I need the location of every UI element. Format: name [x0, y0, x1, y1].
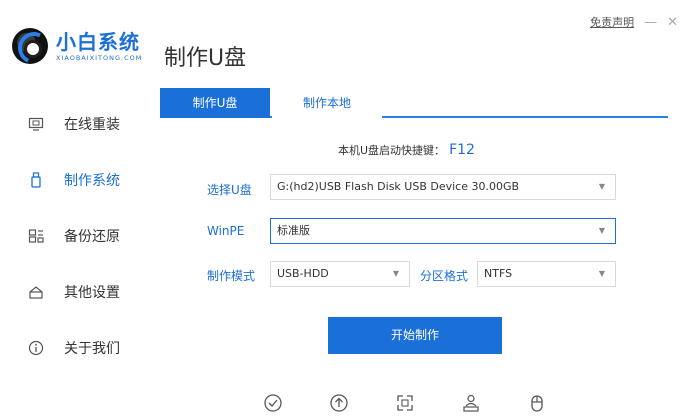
- chevron-down-icon: ▼: [598, 269, 605, 278]
- partition-select-value: NTFS: [484, 267, 513, 280]
- hotkey-label: 本机U盘启动快捷键：: [338, 144, 446, 157]
- user-network-icon[interactable]: [460, 392, 482, 414]
- page-title: 制作U盘: [164, 46, 247, 71]
- partition-label: 分区格式: [420, 269, 469, 283]
- logo-title: 小白系统: [56, 29, 140, 54]
- chevron-down-icon: ▼: [392, 269, 399, 278]
- start-make-button[interactable]: 开始制作: [328, 317, 502, 354]
- sidebar-item-label: 制作系统: [64, 173, 120, 189]
- usb-icon: [28, 172, 44, 188]
- mode-label: 制作模式: [207, 269, 256, 283]
- app-logo: 小白系统 XIAOBAIXITONG.COM: [12, 28, 142, 64]
- chevron-down-icon: ▼: [598, 182, 605, 191]
- sidebar-item-other-settings[interactable]: 其他设置: [28, 282, 120, 302]
- upload-circle-icon[interactable]: [328, 392, 350, 414]
- usb-select-value: G:(hd2)USB Flash Disk USB Device 30.00GB: [277, 180, 520, 193]
- info-icon: [28, 340, 44, 356]
- winpe-label: WinPE: [207, 224, 245, 238]
- usb-label: 选择U盘: [207, 183, 252, 197]
- partition-select[interactable]: NTFS ▼: [477, 261, 616, 287]
- logo-icon: [12, 28, 48, 64]
- tab-bar: 制作U盘 制作本地: [160, 88, 668, 118]
- sidebar-item-label: 其他设置: [64, 285, 120, 301]
- close-button[interactable]: ✕: [667, 16, 678, 29]
- minimize-button[interactable]: —: [644, 16, 657, 29]
- usb-select[interactable]: G:(hd2)USB Flash Disk USB Device 30.00GB…: [270, 174, 616, 200]
- check-circle-icon[interactable]: [262, 392, 284, 414]
- mouse-icon[interactable]: [526, 392, 548, 414]
- tab-make-local[interactable]: 制作本地: [272, 88, 382, 118]
- settings-box-icon: [28, 284, 44, 300]
- mode-select-value: USB-HDD: [277, 267, 329, 280]
- chevron-down-icon: ▼: [598, 226, 605, 235]
- sidebar-item-label: 在线重装: [64, 117, 120, 133]
- tab-make-usb[interactable]: 制作U盘: [160, 88, 270, 118]
- sidebar-item-make-system[interactable]: 制作系统: [28, 170, 120, 190]
- hotkey-key: F12: [449, 142, 475, 158]
- winpe-select[interactable]: 标准版 ▼: [270, 218, 616, 244]
- sidebar-item-label: 关于我们: [64, 341, 120, 357]
- sidebar-item-about-us[interactable]: 关于我们: [28, 338, 120, 358]
- mode-select[interactable]: USB-HDD ▼: [270, 261, 410, 287]
- logo-subtitle: XIAOBAIXITONG.COM: [56, 53, 143, 62]
- expand-icon[interactable]: [394, 392, 416, 414]
- monitor-icon: [28, 116, 44, 132]
- window-controls: 免责声明 — ✕: [590, 14, 678, 30]
- sidebar-item-label: 备份还原: [64, 229, 120, 245]
- winpe-select-value: 标准版: [277, 224, 310, 237]
- hotkey-info: 本机U盘启动快捷键： F12: [338, 142, 475, 158]
- backup-icon: [28, 228, 44, 244]
- sidebar-item-backup-restore[interactable]: 备份还原: [28, 226, 120, 246]
- sidebar-item-online-reinstall[interactable]: 在线重装: [28, 114, 120, 134]
- bottom-toolbar: [262, 392, 548, 414]
- disclaimer-link[interactable]: 免责声明: [590, 14, 634, 30]
